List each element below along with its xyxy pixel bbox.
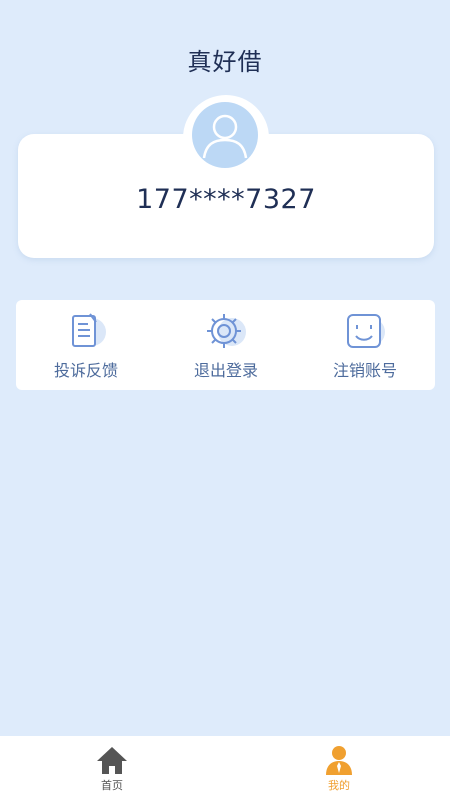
gear-icon: [204, 312, 248, 352]
smiley-icon: [343, 312, 387, 352]
document-edit-icon: [64, 312, 108, 352]
nav-item-home[interactable]: 首页: [67, 736, 157, 800]
nav-label: 我的: [328, 779, 350, 792]
phone-number: 177****7327: [136, 184, 316, 215]
nav-label: 首页: [101, 779, 123, 792]
menu-item-label: 投诉反馈: [53, 361, 118, 380]
menu-item-feedback[interactable]: 投诉反馈: [16, 300, 156, 390]
menu-item-cancel-account[interactable]: 注销账号: [295, 300, 435, 390]
menu-item-label: 注销账号: [332, 361, 397, 380]
home-icon: [96, 744, 128, 776]
page-title: 真好借: [187, 48, 263, 76]
menu-item-label: 退出登录: [193, 361, 258, 380]
menu-card: 投诉反馈 退出登录 注销账号: [16, 300, 435, 390]
person-icon: [323, 744, 355, 776]
bottom-nav: 首页 我的: [0, 736, 450, 800]
menu-item-logout[interactable]: 退出登录: [156, 300, 296, 390]
nav-item-mine[interactable]: 我的: [294, 736, 384, 800]
person-avatar-icon: [202, 114, 248, 159]
avatar[interactable]: [192, 102, 258, 168]
